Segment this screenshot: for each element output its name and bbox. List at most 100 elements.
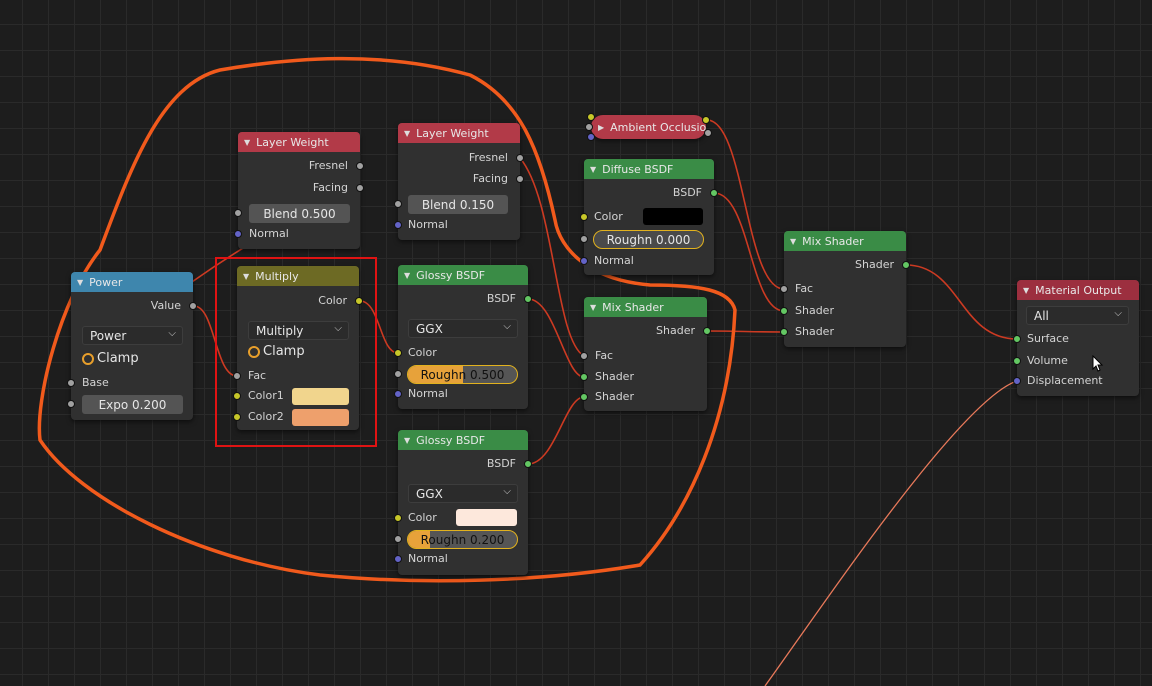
dropdown-chevron-icon: ⌵ <box>503 486 511 497</box>
facing-output-socket[interactable] <box>356 184 364 192</box>
multiply-header[interactable]: ▼ Multiply <box>237 266 359 286</box>
power-header[interactable]: ▼ Power <box>71 272 193 292</box>
mix-shader-header[interactable]: ▼ Mix Shader <box>584 297 707 317</box>
base-input-socket[interactable] <box>67 379 75 387</box>
bsdf-output-socket[interactable] <box>524 295 532 303</box>
roughness-slider[interactable]: Roughn 0.000 <box>593 230 704 249</box>
collapse-triangle-icon[interactable]: ▼ <box>404 129 410 138</box>
checkbox-icon <box>248 345 260 358</box>
distribution-dropdown[interactable]: GGX ⌵ <box>408 484 518 503</box>
roughness-input-socket[interactable] <box>394 535 402 543</box>
roughness-input-socket[interactable] <box>394 370 402 378</box>
color-swatch[interactable] <box>643 208 703 225</box>
distance-input-socket[interactable] <box>585 123 593 131</box>
material-output-header[interactable]: ▼ Material Output <box>1017 280 1139 300</box>
value-output-socket[interactable] <box>189 302 197 310</box>
collapse-triangle-icon[interactable]: ▼ <box>404 436 410 445</box>
normal-input-socket[interactable] <box>394 390 402 398</box>
shader-input-socket-2[interactable] <box>780 328 788 336</box>
diffuse-header[interactable]: ▼ Diffuse BSDF <box>584 159 714 179</box>
normal-input-socket[interactable] <box>394 221 402 229</box>
glossy-header[interactable]: ▼ Glossy BSDF <box>398 430 528 450</box>
glossy-bsdf-node-2[interactable]: ▼ Glossy BSDF BSDF GGX ⌵ Color Roughn 0.20… <box>394 430 532 575</box>
layer-weight-node-1[interactable]: ▼ Layer Weight Fresnel Facing Blend 0.500… <box>234 132 364 249</box>
normal-input-socket[interactable] <box>587 133 595 141</box>
diffuse-bsdf-node[interactable]: ▼ Diffuse BSDF BSDF Color Roughn 0.000 No… <box>580 159 718 275</box>
collapse-triangle-icon[interactable]: ▼ <box>1023 286 1029 295</box>
collapse-triangle-icon[interactable]: ▼ <box>590 303 596 312</box>
collapse-triangle-icon[interactable]: ▼ <box>244 138 250 147</box>
bsdf-output-socket[interactable] <box>710 189 718 197</box>
exponent-field[interactable]: Expo 0.200 <box>82 395 183 414</box>
glossy-bsdf-node-1[interactable]: ▼ Glossy BSDF BSDF GGX ⌵ Color Roughn 0.50… <box>394 265 532 409</box>
node-title: Mix Shader <box>602 300 664 314</box>
color-output-label: Color <box>318 294 347 307</box>
fac-input-socket[interactable] <box>780 285 788 293</box>
fresnel-output-socket[interactable] <box>516 154 524 162</box>
shader-input-socket-1[interactable] <box>780 307 788 315</box>
normal-input-socket[interactable] <box>580 257 588 265</box>
power-node[interactable]: ▼ Power Value Power ⌵ Clamp Base Expo 0.20… <box>67 272 197 420</box>
collapse-triangle-icon[interactable]: ▼ <box>243 272 249 281</box>
glossy-header[interactable]: ▼ Glossy BSDF <box>398 265 528 285</box>
shader-input-socket-2[interactable] <box>580 393 588 401</box>
ambient-occlusion-header[interactable]: ▶ Ambient Occlusion <box>591 115 706 139</box>
shader-input-socket-1[interactable] <box>580 373 588 381</box>
ambient-occlusion-node[interactable]: ▶ Ambient Occlusion <box>585 113 712 141</box>
blend-input-socket[interactable] <box>234 209 242 217</box>
color1-input-socket[interactable] <box>233 392 241 400</box>
material-output-node[interactable]: ▼ Material Output All ⌵ Surface Volume Dis… <box>1013 280 1139 396</box>
clamp-checkbox[interactable]: Clamp <box>248 344 305 359</box>
blend-field[interactable]: Blend 0.150 <box>408 195 508 214</box>
color2-input-socket[interactable] <box>233 413 241 421</box>
distribution-dropdown[interactable]: GGX ⌵ <box>408 319 518 338</box>
bsdf-output-socket[interactable] <box>524 460 532 468</box>
clamp-checkbox[interactable]: Clamp <box>82 351 139 366</box>
layer-weight-header[interactable]: ▼ Layer Weight <box>398 123 520 143</box>
blend-field[interactable]: Blend 0.500 <box>249 204 350 223</box>
roughness-input-socket[interactable] <box>580 235 588 243</box>
color-input-socket[interactable] <box>394 514 402 522</box>
color-output-socket[interactable] <box>702 116 710 124</box>
fac-input-socket[interactable] <box>580 352 588 360</box>
expand-triangle-icon[interactable]: ▶ <box>598 123 604 132</box>
layer-weight-node-2[interactable]: ▼ Layer Weight Fresnel Facing Blend 0.150… <box>394 123 524 240</box>
shader-output-socket[interactable] <box>902 261 910 269</box>
color-output-socket[interactable] <box>355 297 363 305</box>
collapse-triangle-icon[interactable]: ▼ <box>77 278 83 287</box>
surface-input-label: Surface <box>1027 332 1069 345</box>
color-swatch[interactable] <box>456 509 517 526</box>
ao-output-socket[interactable] <box>704 129 712 137</box>
collapse-triangle-icon[interactable]: ▼ <box>404 271 410 280</box>
exponent-input-socket[interactable] <box>67 400 75 408</box>
normal-input-socket[interactable] <box>234 230 242 238</box>
blend-mode-dropdown[interactable]: Multiply ⌵ <box>248 321 349 340</box>
facing-output-socket[interactable] <box>516 175 524 183</box>
mix-shader-node-1[interactable]: ▼ Mix Shader Shader Fac Shader Shader <box>580 297 711 411</box>
surface-input-socket[interactable] <box>1013 335 1021 343</box>
operation-dropdown[interactable]: Power ⌵ <box>82 326 183 345</box>
color2-swatch[interactable] <box>292 409 349 426</box>
mix-shader-node-2[interactable]: ▼ Mix Shader Shader Fac Shader Shader <box>780 231 910 347</box>
normal-input-socket[interactable] <box>394 555 402 563</box>
roughness-slider[interactable]: Roughn 0.200 <box>407 530 518 549</box>
target-dropdown[interactable]: All ⌵ <box>1026 306 1129 325</box>
collapse-triangle-icon[interactable]: ▼ <box>790 237 796 246</box>
volume-input-socket[interactable] <box>1013 357 1021 365</box>
blend-input-socket[interactable] <box>394 200 402 208</box>
displacement-input-socket[interactable] <box>1013 377 1021 385</box>
shader-output-socket[interactable] <box>703 327 711 335</box>
fac-input-socket[interactable] <box>233 372 241 380</box>
roughness-slider[interactable]: Roughn 0.500 <box>407 365 518 384</box>
layer-weight-header[interactable]: ▼ Layer Weight <box>238 132 360 152</box>
collapse-triangle-icon[interactable]: ▼ <box>590 165 596 174</box>
color-input-socket[interactable] <box>580 213 588 221</box>
bsdf-output-label: BSDF <box>486 292 516 305</box>
fresnel-output-socket[interactable] <box>356 162 364 170</box>
color-input-socket[interactable] <box>394 349 402 357</box>
mix-shader-header[interactable]: ▼ Mix Shader <box>784 231 906 251</box>
color-input-socket[interactable] <box>587 113 595 121</box>
shader-input-label: Shader <box>595 370 634 383</box>
multiply-node[interactable]: ▼ Multiply Color Multiply ⌵ Clamp Fac Colo… <box>233 266 363 430</box>
color1-swatch[interactable] <box>292 388 349 405</box>
